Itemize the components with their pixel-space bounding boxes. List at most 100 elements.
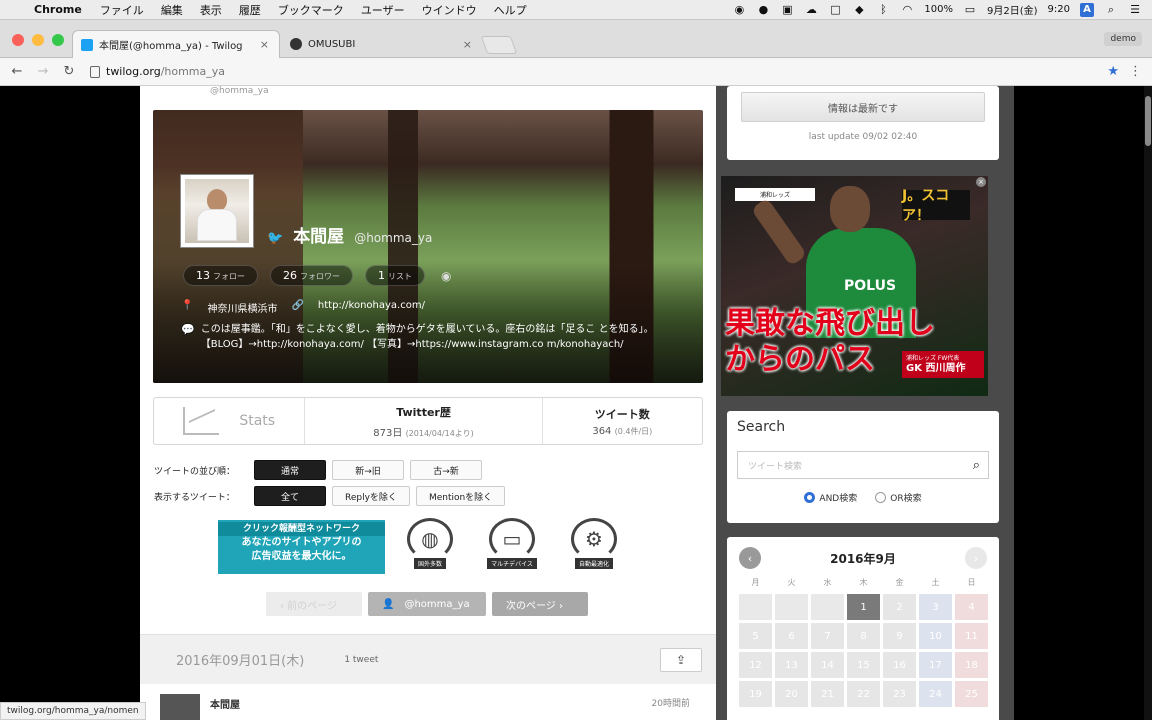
zoom-window-icon[interactable] bbox=[52, 34, 64, 46]
day-date[interactable]: 2016年09月01日(木) bbox=[176, 650, 304, 669]
menu-file[interactable]: ファイル bbox=[100, 2, 144, 18]
menubar-date[interactable]: 9月2日(金) bbox=[987, 2, 1038, 17]
chrome-menu-icon[interactable]: ⋮ bbox=[1129, 64, 1142, 79]
order-new-old-button[interactable]: 新→旧 bbox=[332, 460, 404, 480]
calendar-day[interactable]: 4 bbox=[955, 594, 988, 620]
calendar-day[interactable]: 9 bbox=[883, 623, 916, 649]
or-search-radio[interactable]: OR検索 bbox=[875, 491, 922, 504]
forward-icon[interactable]: → bbox=[30, 64, 56, 79]
new-tab-button[interactable] bbox=[480, 36, 518, 54]
notification-center-icon[interactable]: ☰ bbox=[1128, 3, 1142, 16]
scrollbar[interactable] bbox=[1144, 86, 1152, 720]
close-window-icon[interactable] bbox=[12, 34, 24, 46]
omnibox[interactable]: twilog.org/homma_ya bbox=[90, 65, 225, 78]
tweet-time[interactable]: 20時間前 bbox=[652, 696, 690, 709]
ad-feature-icons[interactable]: ◍ 国外多数 ▭ マルチデバイス ⚙ 自動最適化 bbox=[398, 518, 626, 572]
calendar-day[interactable]: 2 bbox=[883, 594, 916, 620]
share-icon[interactable]: ⇪ bbox=[660, 647, 702, 672]
menu-app-name[interactable]: Chrome bbox=[34, 3, 82, 16]
menu-history[interactable]: 履歴 bbox=[239, 2, 261, 18]
calendar-day[interactable]: 21 bbox=[811, 681, 844, 707]
calendar-day[interactable]: 22 bbox=[847, 681, 880, 707]
calendar-day[interactable]: 7 bbox=[811, 623, 844, 649]
search-input[interactable]: ツイート検索 ⌕ bbox=[737, 451, 989, 479]
dropbox-icon[interactable]: ◆ bbox=[852, 3, 866, 16]
calendar-day[interactable]: 17 bbox=[919, 652, 952, 678]
avatar[interactable] bbox=[180, 174, 254, 248]
filter-no-mention-button[interactable]: Mentionを除く bbox=[415, 486, 506, 506]
and-search-radio[interactable]: AND検索 bbox=[804, 491, 857, 504]
calendar-day[interactable]: 18 bbox=[955, 652, 988, 678]
follow-count-pill[interactable]: 13 フォロー bbox=[183, 265, 258, 286]
calendar-day[interactable]: 25 bbox=[955, 681, 988, 707]
filter-no-reply-button[interactable]: Replyを除く bbox=[332, 486, 410, 506]
spotlight-icon[interactable]: ⌕ bbox=[1104, 3, 1118, 16]
calendar-day[interactable]: 1 bbox=[847, 594, 880, 620]
window-icon[interactable]: □ bbox=[828, 3, 842, 16]
chat-icon[interactable]: ● bbox=[756, 3, 770, 16]
calendar-day[interactable]: 10 bbox=[919, 623, 952, 649]
profile-handle[interactable]: @homma_ya bbox=[354, 231, 432, 245]
ad-close-icon[interactable]: × bbox=[976, 177, 986, 187]
wifi-icon[interactable]: ◠ bbox=[900, 3, 914, 16]
order-normal-button[interactable]: 通常 bbox=[254, 460, 326, 480]
menu-edit[interactable]: 編集 bbox=[161, 2, 183, 18]
menu-help[interactable]: ヘルプ bbox=[494, 2, 527, 18]
back-icon[interactable]: ← bbox=[4, 64, 30, 79]
follower-count-pill[interactable]: 26 フォロワー bbox=[270, 265, 353, 286]
calendar-day[interactable]: 20 bbox=[775, 681, 808, 707]
sidebar-ad[interactable]: × 浦和レッズ J。スコア！ POLUS 果敢な飛び出し からのパス 浦和レッズ… bbox=[721, 176, 988, 396]
calendar-day[interactable]: 3 bbox=[919, 594, 952, 620]
tweet-user[interactable]: 本間屋 bbox=[210, 696, 240, 711]
prev-page-button[interactable]: ‹ 前のページ bbox=[266, 592, 362, 616]
menu-people[interactable]: ユーザー bbox=[361, 2, 405, 18]
calendar-day[interactable]: 11 bbox=[955, 623, 988, 649]
stats-link[interactable]: Stats bbox=[154, 398, 306, 444]
calendar-day[interactable]: 5 bbox=[739, 623, 772, 649]
profile-url[interactable]: http://konohaya.com/ bbox=[318, 300, 425, 315]
menu-view[interactable]: 表示 bbox=[200, 2, 222, 18]
calendar-day[interactable]: 8 bbox=[847, 623, 880, 649]
tab-twilog[interactable]: 本間屋(@homma_ya) - Twilog × bbox=[72, 30, 280, 58]
scrollbar-thumb[interactable] bbox=[1145, 96, 1151, 146]
filter-all-button[interactable]: 全て bbox=[254, 486, 326, 506]
calendar-day[interactable]: 6 bbox=[775, 623, 808, 649]
calendar-day[interactable]: 23 bbox=[883, 681, 916, 707]
calendar-day[interactable]: 12 bbox=[739, 652, 772, 678]
calendar-day[interactable]: 15 bbox=[847, 652, 880, 678]
tab-close-icon[interactable]: × bbox=[453, 38, 472, 51]
menubar-time[interactable]: 9:20 bbox=[1048, 4, 1070, 15]
cloud-icon[interactable]: ☁ bbox=[804, 3, 818, 16]
search-icon[interactable]: ⌕ bbox=[973, 458, 980, 473]
profile-name[interactable]: 本間屋 bbox=[293, 222, 344, 247]
tab-close-icon[interactable]: × bbox=[250, 38, 269, 51]
input-source-icon[interactable]: A bbox=[1080, 2, 1094, 17]
calendar-day[interactable]: 13 bbox=[775, 652, 808, 678]
calendar-day[interactable]: 19 bbox=[739, 681, 772, 707]
next-month-icon[interactable]: › bbox=[965, 547, 987, 569]
menu-bookmarks[interactable]: ブックマーク bbox=[278, 2, 344, 18]
page-info-icon[interactable] bbox=[90, 65, 100, 78]
bluetooth-icon[interactable]: ᛒ bbox=[876, 3, 890, 16]
battery-label[interactable]: 100% bbox=[924, 4, 953, 15]
list-count-pill[interactable]: 1 リスト bbox=[365, 265, 425, 286]
prev-month-icon[interactable]: ‹ bbox=[739, 547, 761, 569]
calendar-day[interactable]: 24 bbox=[919, 681, 952, 707]
calendar-day[interactable]: 14 bbox=[811, 652, 844, 678]
calendar-day[interactable]: 16 bbox=[883, 652, 916, 678]
reload-icon[interactable]: ↻ bbox=[56, 64, 82, 79]
eye-icon[interactable]: ◉ bbox=[441, 269, 451, 283]
bookmark-star-icon[interactable]: ★ bbox=[1107, 64, 1119, 79]
user-home-button[interactable]: 👤 @homma_ya bbox=[368, 592, 486, 616]
battery-icon[interactable]: ▭ bbox=[963, 3, 977, 16]
menu-window[interactable]: ウインドウ bbox=[422, 2, 477, 18]
minimize-window-icon[interactable] bbox=[32, 34, 44, 46]
tab-omusubi[interactable]: OMUSUBI × bbox=[282, 30, 482, 58]
next-page-button[interactable]: 次のページ › bbox=[492, 592, 588, 616]
viewer-icon[interactable]: ▣ bbox=[780, 3, 794, 16]
profile-button[interactable]: demo bbox=[1104, 32, 1142, 46]
order-old-new-button[interactable]: 古→新 bbox=[410, 460, 482, 480]
ad-network-banner[interactable]: クリック報酬型ネットワーク あなたのサイトやアプリの 広告収益を最大化に。 bbox=[218, 520, 385, 574]
tweet-avatar[interactable] bbox=[160, 694, 200, 720]
update-button[interactable]: 情報は最新です bbox=[741, 92, 985, 122]
